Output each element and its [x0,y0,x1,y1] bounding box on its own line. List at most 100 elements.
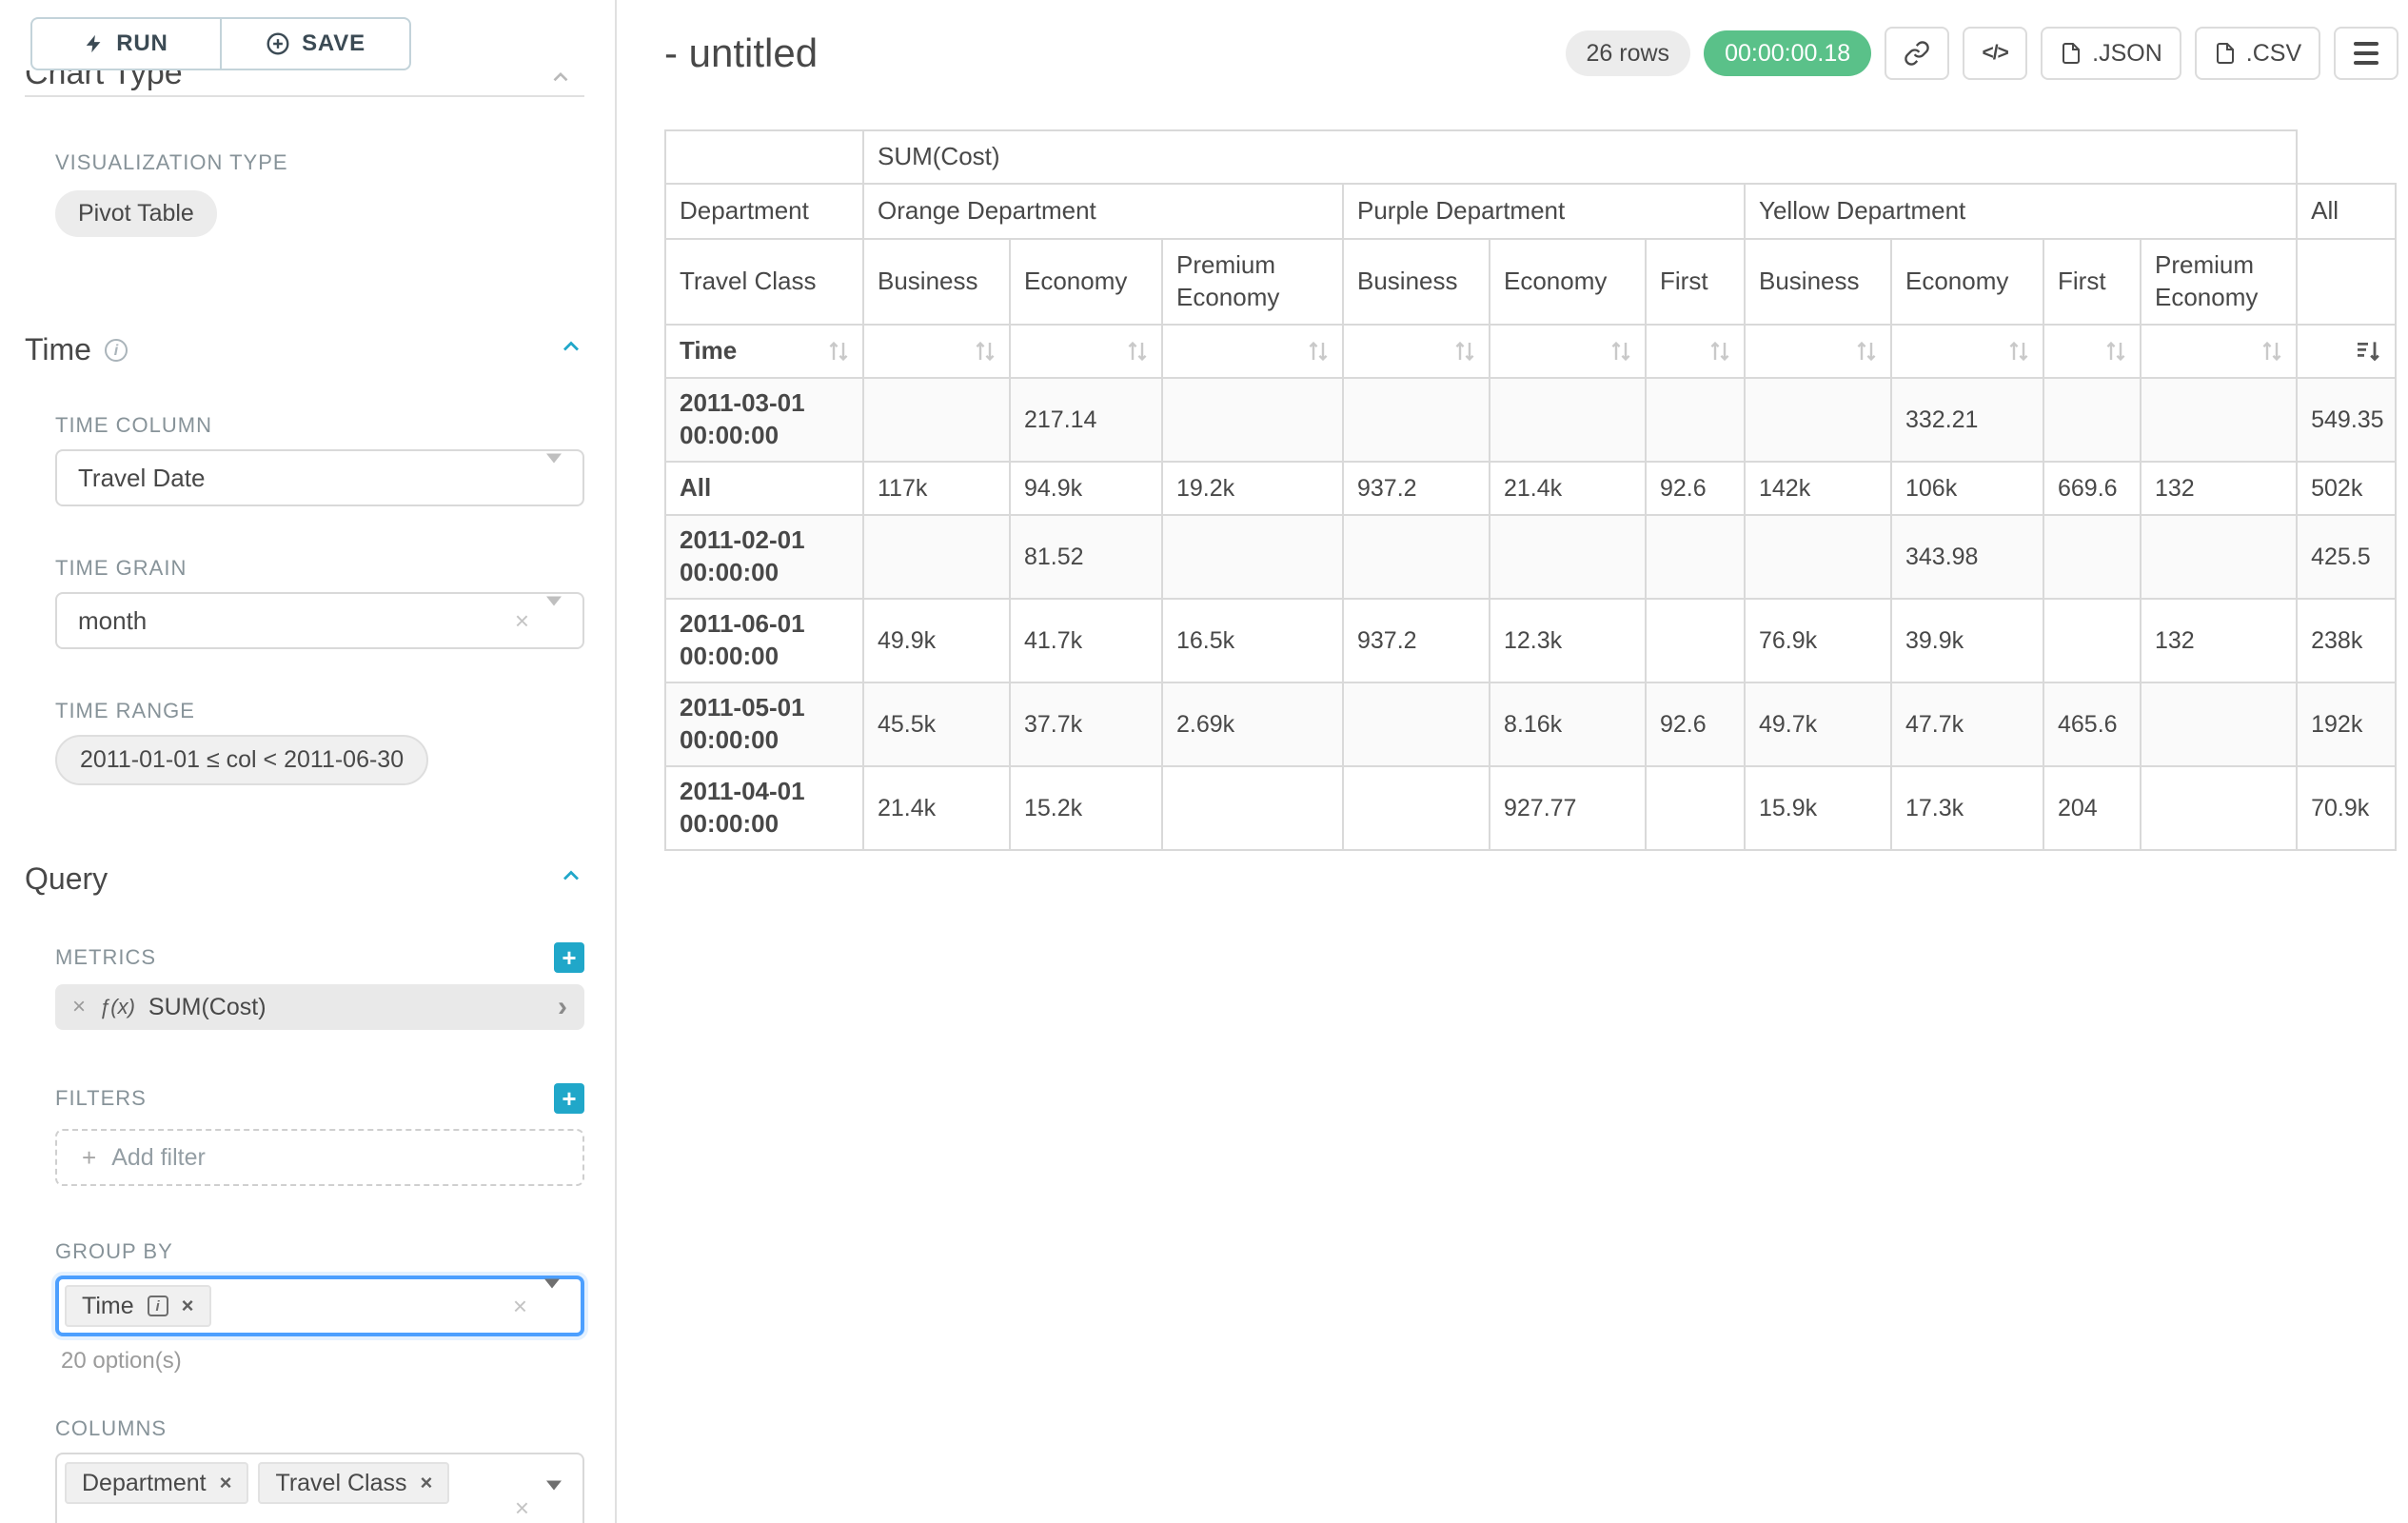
export-csv-button[interactable]: .CSV [2195,27,2320,80]
sort-desc-active-icon[interactable] [2357,340,2381,363]
sort-icon[interactable] [2008,340,2029,363]
pivot-cell [1646,766,1745,850]
sort-icon[interactable] [1308,340,1329,363]
pivot-data-row: 2011-05-01 00:00:0045.5k37.7k2.69k8.16k9… [665,682,2396,766]
pivot-cell: 21.4k [1490,462,1646,515]
pivot-subcolumn-header: Business [1745,239,1891,325]
pivot-subcolumn-header: Business [1343,239,1490,325]
pivot-cell: 15.9k [1745,766,1891,850]
pivot-cell [863,515,1010,599]
json-file-icon [2060,41,2082,66]
clear-icon[interactable]: × [515,608,529,633]
columns-chip-department[interactable]: Department × [65,1462,248,1504]
pivot-cell [1162,766,1343,850]
pivot-subcolumn-header: Economy [1010,239,1162,325]
pivot-sort-cell[interactable] [1343,325,1490,378]
chevron-right-icon[interactable]: › [558,993,567,1021]
metrics-label: METRICS [55,945,554,970]
pivot-cell: 21.4k [863,766,1010,850]
pivot-sort-cell-active[interactable] [2297,325,2396,378]
view-query-button[interactable]: </> [1963,27,2027,80]
remove-metric-icon[interactable]: × [72,994,86,1020]
chart-title[interactable]: - untitled [664,30,818,76]
pivot-cell: 94.9k [1010,462,1162,515]
pivot-sort-cell[interactable] [1891,325,2043,378]
results-panel: - untitled 26 rows 00:00:00.18 </> .JSON… [617,0,2408,1523]
remove-chip-icon[interactable]: × [220,1471,232,1495]
add-metric-button[interactable]: + [554,942,584,973]
sort-icon[interactable] [975,340,996,363]
clear-all-icon[interactable]: × [513,1294,527,1318]
pivot-sort-cell[interactable] [1646,325,1745,378]
time-column-select[interactable]: Travel Date [55,449,584,506]
save-button[interactable]: SAVE [220,17,411,70]
visualization-type-pill[interactable]: Pivot Table [55,190,217,237]
pivot-sort-cell[interactable] [1745,325,1891,378]
add-filter-button[interactable]: + Add filter [55,1129,584,1186]
pivot-time-sort-cell[interactable]: Time [665,325,863,378]
pivot-cell: 669.6 [2043,462,2141,515]
copy-link-button[interactable] [1885,27,1949,80]
sort-icon[interactable] [2105,340,2126,363]
time-range-pill[interactable]: 2011-01-01 ≤ col < 2011-06-30 [55,735,428,785]
chevron-up-icon[interactable] [548,70,573,95]
pivot-cell: 39.9k [1891,599,2043,682]
pivot-cell [1490,515,1646,599]
pivot-cell [863,378,1010,462]
pivot-sort-cell[interactable] [1162,325,1343,378]
pivot-data-row: 2011-02-01 00:00:0081.52343.98425.5 [665,515,2396,599]
columns-chip-travel-class[interactable]: Travel Class × [258,1462,449,1504]
pivot-group-header: Purple Department [1343,184,1745,239]
group-by-label: GROUP BY [55,1239,584,1264]
sort-icon[interactable] [1454,340,1475,363]
pivot-sort-cell[interactable] [863,325,1010,378]
sort-icon[interactable] [1610,340,1631,363]
sort-icon[interactable] [2261,340,2282,363]
fx-icon: ƒ(x) [99,995,135,1019]
info-icon[interactable]: i [148,1296,168,1316]
sort-icon[interactable] [828,340,849,363]
chip-label: Department [82,1470,207,1497]
clear-all-icon[interactable]: × [515,1495,529,1520]
pivot-sort-cell[interactable] [1010,325,1162,378]
sort-icon[interactable] [1127,340,1148,363]
pivot-subcolumn-header: First [2043,239,2141,325]
sort-icon[interactable] [1709,340,1730,363]
pivot-group-header: Orange Department [863,184,1343,239]
pivot-cell: 217.14 [1010,378,1162,462]
json-button-label: .JSON [2092,40,2162,68]
info-icon[interactable]: i [105,339,128,362]
pivot-cell: 8.16k [1490,682,1646,766]
pivot-cell: 2.69k [1162,682,1343,766]
export-json-button[interactable]: .JSON [2041,27,2181,80]
pivot-col-dim-label: Travel Class [665,239,863,325]
add-filter-plus-button[interactable]: + [554,1083,584,1114]
time-grain-select[interactable]: month × [55,592,584,649]
caret-down-icon [546,597,562,635]
pivot-cell: 117k [863,462,1010,515]
pivot-sort-cell[interactable] [2043,325,2141,378]
pivot-cell [1745,515,1891,599]
group-by-chip-time[interactable]: Time i × [65,1285,211,1327]
columns-select[interactable]: Department × Travel Class × × [55,1453,584,1523]
pivot-cell: 37.7k [1010,682,1162,766]
run-button[interactable]: RUN [30,17,222,70]
collapse-chevron-up-icon[interactable] [558,332,584,367]
remove-chip-icon[interactable]: × [420,1471,432,1495]
collapse-chevron-up-icon[interactable] [558,861,584,897]
group-by-select[interactable]: Time i × × [55,1276,584,1336]
pivot-cell: 12.3k [1490,599,1646,682]
more-options-button[interactable] [2334,27,2398,80]
pivot-cell [1343,682,1490,766]
metric-chip[interactable]: × ƒ(x) SUM(Cost) › [55,984,584,1030]
pivot-row-dim-label: Department [665,184,863,239]
pivot-table: SUM(Cost)DepartmentOrange DepartmentPurp… [664,129,2397,851]
sort-icon[interactable] [1856,340,1877,363]
pivot-sort-cell[interactable] [2141,325,2297,378]
pivot-subcolumn-header: First [1646,239,1745,325]
pivot-sort-cell[interactable] [1490,325,1646,378]
remove-chip-icon[interactable]: × [182,1294,194,1318]
pivot-cell [1490,378,1646,462]
pivot-cell: 92.6 [1646,462,1745,515]
pivot-subcolumn-header: Premium Economy [1162,239,1343,325]
